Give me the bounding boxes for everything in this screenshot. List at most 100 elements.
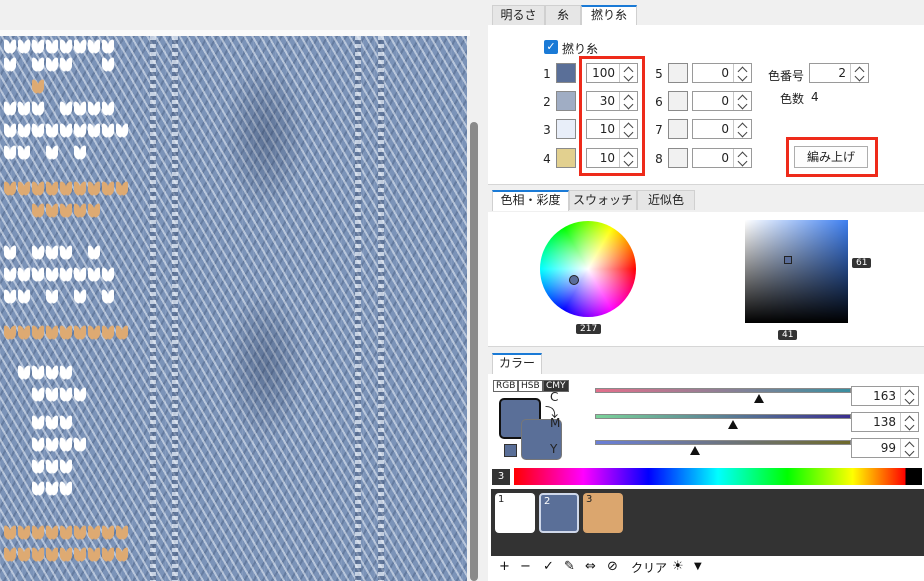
slider-thumb[interactable]: [753, 394, 764, 403]
saturation-brightness-square[interactable]: [745, 220, 848, 323]
chip-number: 3: [586, 494, 593, 505]
slider-track[interactable]: [595, 388, 851, 393]
spin-icon[interactable]: [900, 439, 918, 457]
spin-icon[interactable]: [900, 387, 918, 405]
swatch-chip[interactable]: 3: [583, 493, 623, 533]
yarn-row-number: 5: [655, 67, 663, 81]
sun-icon[interactable]: ☀: [672, 559, 684, 574]
swatch-chip[interactable]: 2: [539, 493, 579, 533]
stitch: [74, 146, 86, 160]
color-number-label: 色番号: [768, 69, 805, 83]
slider-track[interactable]: [595, 440, 851, 445]
stitch: [102, 326, 114, 340]
stitch: [18, 124, 30, 138]
stitch: [4, 58, 16, 72]
stitch: [18, 40, 30, 54]
stitch: [74, 388, 86, 402]
stitch: [102, 290, 114, 304]
stitch: [60, 438, 72, 452]
ratio-input[interactable]: 0: [692, 63, 752, 83]
spin-icon[interactable]: [733, 92, 751, 110]
stitch: [88, 246, 100, 260]
add-icon[interactable]: +: [499, 559, 510, 574]
wheel-cursor[interactable]: [569, 275, 579, 285]
yarn-color-swatch[interactable]: [556, 91, 576, 111]
stitch: [74, 124, 86, 138]
slider-value-input[interactable]: 99: [851, 438, 919, 458]
yarn-color-swatch[interactable]: [668, 63, 688, 83]
mode-rgb[interactable]: RGB: [493, 380, 519, 392]
vertical-scrollbar[interactable]: [468, 36, 480, 581]
ratio-input[interactable]: 0: [692, 119, 752, 139]
stitch: [88, 326, 100, 340]
app-window: 明るさ 糸 撚り糸 ✓ 撚り糸 1 100 2 30 3 10 4 10 5 0…: [0, 0, 924, 581]
stitch: [4, 124, 16, 138]
color-tabbar: カラー: [488, 347, 924, 374]
menu-dropdown-icon[interactable]: ▼: [694, 561, 702, 572]
check-icon[interactable]: ✓: [543, 559, 554, 574]
clear-button[interactable]: クリア: [631, 559, 667, 576]
pen-icon[interactable]: ✎: [564, 559, 575, 574]
spin-icon[interactable]: [900, 413, 918, 431]
stitch: [74, 182, 86, 196]
tab-swatch[interactable]: スウォッチ: [569, 190, 637, 210]
knit-canvas[interactable]: [0, 36, 467, 581]
scroll-thumb[interactable]: [470, 122, 478, 581]
tab-twisted-yarn[interactable]: 撚り糸: [581, 5, 637, 26]
highlight-box: [579, 56, 645, 176]
stitch: [46, 146, 58, 160]
yarn-color-swatch[interactable]: [556, 148, 576, 168]
saturation-value-tag: 61: [852, 258, 872, 268]
stitch: [18, 548, 30, 562]
swatch-chip[interactable]: 1: [495, 493, 535, 533]
stitch: [46, 124, 58, 138]
tab-similar-colors[interactable]: 近似色: [637, 190, 695, 210]
stitch: [32, 438, 44, 452]
slider-value-input[interactable]: 163: [851, 386, 919, 406]
spin-icon[interactable]: [733, 149, 751, 167]
color-count-label: 色数: [780, 92, 805, 106]
stitch: [88, 526, 100, 540]
slider-track[interactable]: [595, 414, 851, 419]
spin-icon[interactable]: [733, 64, 751, 82]
tab-yarn[interactable]: 糸: [545, 5, 581, 25]
ratio-input[interactable]: 0: [692, 148, 752, 168]
palette-index: 3: [492, 469, 510, 485]
color-palette-bar[interactable]: [514, 468, 922, 485]
tab-color[interactable]: カラー: [492, 353, 542, 374]
forbid-icon[interactable]: ⊘: [607, 559, 618, 574]
yarn-color-swatch[interactable]: [668, 148, 688, 168]
remove-icon[interactable]: −: [520, 559, 531, 574]
stitch: [18, 102, 30, 116]
stitch: [74, 526, 86, 540]
swap-icon[interactable]: ⇔: [585, 559, 596, 574]
spin-icon[interactable]: [733, 120, 751, 138]
yarn-color-swatch[interactable]: [668, 119, 688, 139]
highlight-box: [786, 137, 878, 177]
ratio-input[interactable]: 0: [692, 91, 752, 111]
slider-thumb[interactable]: [728, 420, 739, 429]
stitch: [88, 204, 100, 218]
mode-hsb[interactable]: HSB: [518, 380, 543, 392]
yarn-color-swatch[interactable]: [556, 63, 576, 83]
slider-value: 138: [873, 415, 896, 429]
stitch: [4, 40, 16, 54]
stitch: [74, 290, 86, 304]
slider-value-input[interactable]: 138: [851, 412, 919, 432]
hue-wheel[interactable]: [540, 221, 636, 317]
checkbox-twisted-yarn[interactable]: ✓: [544, 40, 558, 54]
yarn-color-swatch[interactable]: [556, 119, 576, 139]
stitch: [4, 246, 16, 260]
brightness-value-tag: 41: [778, 330, 798, 340]
stitch: [60, 416, 72, 430]
tab-brightness[interactable]: 明るさ: [492, 5, 545, 25]
tab-hue-saturation[interactable]: 色相・彩度: [492, 190, 569, 211]
stitch: [32, 388, 44, 402]
color-number-input[interactable]: 2: [809, 63, 869, 83]
checkbox-label: 撚り糸: [562, 42, 599, 56]
color-count-value: 4: [811, 90, 819, 104]
slider-thumb[interactable]: [689, 446, 700, 455]
sv-cursor[interactable]: [784, 256, 792, 264]
yarn-color-swatch[interactable]: [668, 91, 688, 111]
spin-icon[interactable]: [850, 64, 868, 82]
